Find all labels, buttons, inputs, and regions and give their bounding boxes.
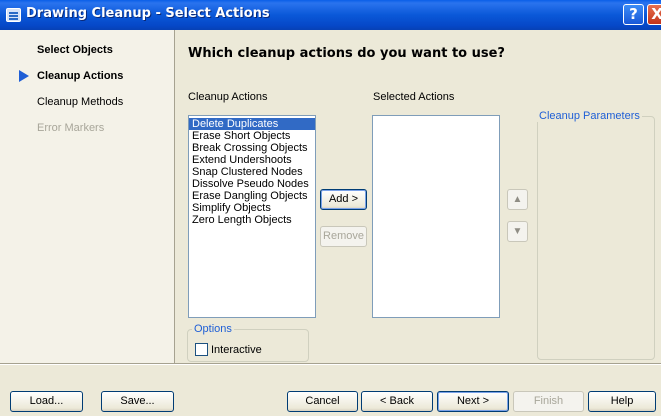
interactive-checkbox[interactable] <box>195 343 208 356</box>
finish-button: Finish <box>513 391 584 412</box>
interactive-label: Interactive <box>211 344 262 356</box>
cleanup-actions-label: Cleanup Actions <box>188 91 268 103</box>
cancel-button[interactable]: Cancel <box>287 391 358 412</box>
cleanup-actions-list[interactable]: Delete Duplicates Erase Short Objects Brea… <box>188 115 316 318</box>
window-title: Drawing Cleanup - Select Actions <box>26 6 270 21</box>
remove-button: Remove <box>320 226 367 247</box>
app-icon <box>6 8 21 22</box>
next-button[interactable]: Next > <box>437 391 509 412</box>
step-cleanup-actions[interactable]: Cleanup Actions <box>37 70 123 82</box>
step-select-objects[interactable]: Select Objects <box>37 44 113 56</box>
step-cleanup-methods[interactable]: Cleanup Methods <box>37 96 123 108</box>
selected-actions-label: Selected Actions <box>373 91 455 103</box>
help-title-button[interactable]: ? <box>623 4 644 25</box>
move-down-button: ▼ <box>507 221 528 242</box>
cleanup-action-item[interactable]: Erase Short Objects <box>189 130 315 142</box>
cleanup-action-item[interactable]: Simplify Objects <box>189 202 315 214</box>
options-label: Options <box>192 323 234 335</box>
cleanup-action-item[interactable]: Zero Length Objects <box>189 214 315 226</box>
selected-actions-list[interactable] <box>372 115 500 318</box>
cleanup-action-item[interactable]: Erase Dangling Objects <box>189 190 315 202</box>
load-button[interactable]: Load... <box>10 391 83 412</box>
add-button[interactable]: Add > <box>320 189 367 210</box>
cleanup-parameters-group <box>537 116 655 360</box>
back-button[interactable]: < Back <box>361 391 433 412</box>
close-button[interactable]: X <box>647 4 661 25</box>
cleanup-parameters-label: Cleanup Parameters <box>537 110 642 122</box>
cleanup-action-item[interactable]: Extend Undershoots <box>189 154 315 166</box>
page-title: Which cleanup actions do you want to use… <box>188 46 505 61</box>
cleanup-action-item[interactable]: Dissolve Pseudo Nodes <box>189 178 315 190</box>
cleanup-action-item[interactable]: Delete Duplicates <box>189 118 315 130</box>
move-up-button: ▲ <box>507 189 528 210</box>
help-button[interactable]: Help <box>588 391 656 412</box>
move-up-icon: ▲ <box>512 194 523 205</box>
cleanup-action-item[interactable]: Snap Clustered Nodes <box>189 166 315 178</box>
step-error-markers: Error Markers <box>37 122 105 134</box>
save-button[interactable]: Save... <box>101 391 174 412</box>
footer-separator <box>0 363 661 365</box>
cleanup-action-item[interactable]: Break Crossing Objects <box>189 142 315 154</box>
current-step-arrow-icon <box>19 70 29 82</box>
move-down-icon: ▼ <box>512 226 523 237</box>
wizard-steps-panel: Select Objects Cleanup Actions Cleanup M… <box>0 30 175 363</box>
title-bar: Drawing Cleanup - Select Actions ? X <box>0 0 661 30</box>
